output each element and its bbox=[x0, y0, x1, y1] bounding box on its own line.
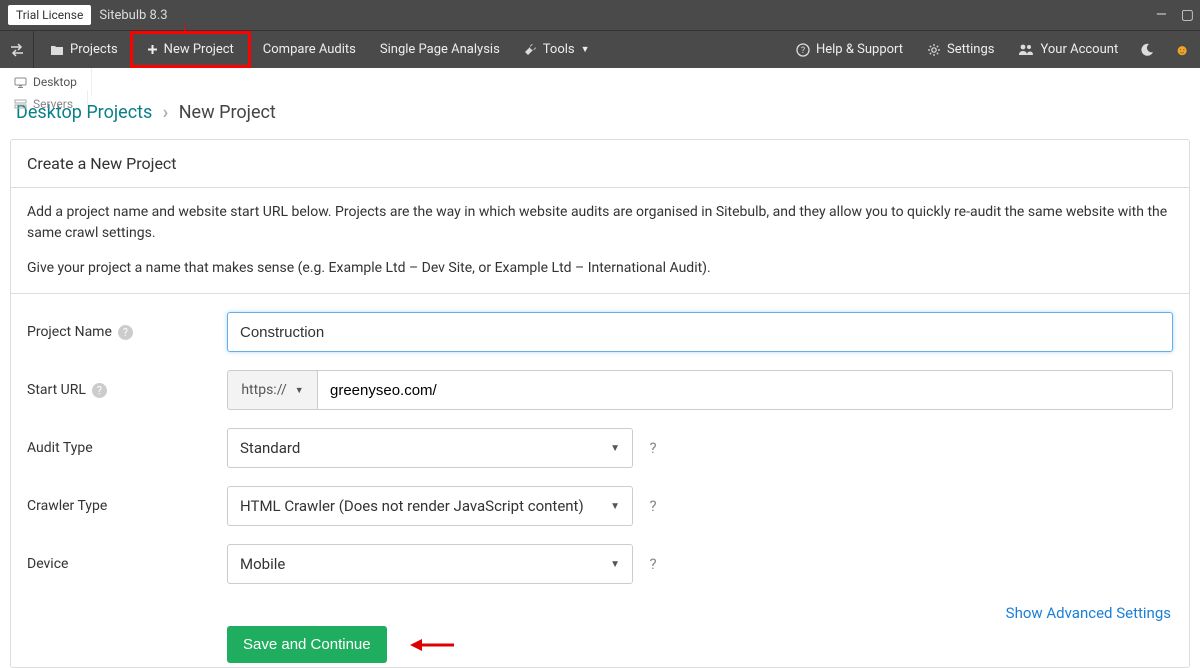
nav-account-label: Your Account bbox=[1040, 42, 1118, 57]
row-start-url: Start URL ? https:// ▼ bbox=[27, 370, 1173, 410]
crawler-type-select[interactable]: HTML Crawler (Does not render JavaScript… bbox=[227, 486, 633, 526]
protocol-select[interactable]: https:// ▼ bbox=[227, 370, 317, 410]
nav-new-project[interactable]: New Project bbox=[130, 31, 251, 68]
card-help-p2: Give your project a name that makes sens… bbox=[27, 258, 1173, 279]
nav-swap-icon[interactable] bbox=[0, 31, 34, 68]
plus-icon bbox=[147, 44, 158, 55]
start-url-input[interactable] bbox=[317, 370, 1173, 410]
nav-tools[interactable]: Tools ▼ bbox=[512, 31, 602, 68]
question-circle-icon: ? bbox=[796, 43, 810, 57]
nav-single-page-label: Single Page Analysis bbox=[380, 42, 500, 57]
label-device: Device bbox=[27, 556, 227, 572]
form-body: Project Name ? Start URL ? https:// ▼ Au… bbox=[11, 294, 1189, 667]
crawler-type-help[interactable]: ? bbox=[641, 486, 665, 526]
nav-compare-label: Compare Audits bbox=[263, 42, 356, 57]
users-icon bbox=[1018, 43, 1034, 56]
folder-icon bbox=[50, 44, 64, 56]
crawler-type-value: HTML Crawler (Does not render JavaScript… bbox=[240, 497, 584, 515]
audit-type-help[interactable]: ? bbox=[641, 428, 665, 468]
app-title: Sitebulb 8.3 bbox=[99, 8, 167, 23]
chevron-down-icon: ▼ bbox=[610, 443, 620, 454]
help-icon[interactable]: ? bbox=[92, 383, 107, 398]
window-maximize-icon[interactable]: ▢ bbox=[1181, 7, 1194, 23]
label-project-name: Project Name ? bbox=[27, 324, 227, 340]
chevron-right-icon: › bbox=[163, 102, 168, 123]
audit-type-select[interactable]: Standard ▼ bbox=[227, 428, 633, 468]
tab-desktop-label: Desktop bbox=[33, 75, 77, 89]
card-help-p1: Add a project name and website start URL… bbox=[27, 202, 1173, 244]
row-device: Device Mobile ▼ ? bbox=[27, 544, 1173, 584]
nav-projects[interactable]: Projects bbox=[34, 31, 130, 68]
chevron-down-icon: ▼ bbox=[610, 501, 620, 512]
row-crawler-type: Crawler Type HTML Crawler (Does not rend… bbox=[27, 486, 1173, 526]
advanced-settings-link[interactable]: Show Advanced Settings bbox=[1006, 604, 1171, 622]
annotation-arrow-top: ↓ bbox=[180, 18, 189, 39]
card-help-text: Add a project name and website start URL… bbox=[11, 188, 1189, 294]
nav-help-label: Help & Support bbox=[816, 42, 903, 57]
breadcrumb: Desktop Projects › New Project bbox=[0, 94, 1200, 131]
license-badge: Trial License bbox=[8, 5, 91, 25]
tab-servers-label: Servers bbox=[33, 97, 73, 111]
save-row: Save and Continue bbox=[27, 626, 1173, 663]
nav-tools-label: Tools bbox=[543, 42, 575, 57]
window-controls: — ▢ bbox=[1156, 0, 1194, 30]
save-continue-button[interactable]: Save and Continue bbox=[227, 626, 387, 663]
servers-icon bbox=[14, 99, 27, 110]
label-crawler-type: Crawler Type bbox=[27, 498, 227, 514]
context-tabs: Desktop Servers bbox=[0, 68, 1200, 96]
device-help[interactable]: ? bbox=[641, 544, 665, 584]
desktop-icon bbox=[14, 77, 27, 88]
breadcrumb-current: New Project bbox=[179, 102, 276, 123]
nav-new-project-label: New Project bbox=[164, 42, 234, 57]
chevron-down-icon: ▼ bbox=[295, 385, 304, 396]
wrench-icon bbox=[524, 43, 537, 56]
row-project-name: Project Name ? bbox=[27, 312, 1173, 352]
nav-projects-label: Projects bbox=[70, 42, 118, 57]
window-minimize-icon[interactable]: — bbox=[1156, 7, 1167, 23]
advanced-row: Show Advanced Settings bbox=[27, 602, 1173, 626]
nav-help[interactable]: ? Help & Support bbox=[784, 31, 915, 68]
chevron-down-icon: ▼ bbox=[610, 559, 620, 570]
row-audit-type: Audit Type Standard ▼ ? bbox=[27, 428, 1173, 468]
protocol-value: https:// bbox=[241, 382, 286, 398]
gear-icon bbox=[927, 43, 941, 57]
svg-text:?: ? bbox=[801, 46, 805, 56]
nav-right: ? Help & Support Settings Your Account ☻ bbox=[784, 31, 1200, 68]
audit-type-value: Standard bbox=[240, 439, 300, 457]
label-start-url: Start URL ? bbox=[27, 382, 227, 398]
project-name-input[interactable] bbox=[227, 312, 1173, 352]
device-value: Mobile bbox=[240, 555, 285, 573]
device-select[interactable]: Mobile ▼ bbox=[227, 544, 633, 584]
annotation-arrow-save bbox=[408, 637, 456, 653]
moon-icon bbox=[1140, 43, 1154, 57]
nav-settings[interactable]: Settings bbox=[915, 31, 1006, 68]
nav-settings-label: Settings bbox=[947, 42, 994, 57]
chevron-down-icon: ▼ bbox=[581, 44, 590, 55]
nav-single-page[interactable]: Single Page Analysis bbox=[368, 31, 512, 68]
window-titlebar: Trial License Sitebulb 8.3 ↓ — ▢ bbox=[0, 0, 1200, 30]
card-title: Create a New Project bbox=[11, 140, 1189, 188]
nav-compare-audits[interactable]: Compare Audits bbox=[251, 31, 368, 68]
tab-servers[interactable]: Servers bbox=[0, 90, 88, 118]
nav-emoji[interactable]: ☻ bbox=[1164, 31, 1200, 68]
nav-theme-toggle[interactable] bbox=[1130, 31, 1164, 68]
smiley-icon: ☻ bbox=[1174, 41, 1190, 59]
label-audit-type: Audit Type bbox=[27, 440, 227, 456]
help-icon[interactable]: ? bbox=[118, 325, 133, 340]
nav-account[interactable]: Your Account bbox=[1006, 31, 1130, 68]
new-project-card: Create a New Project Add a project name … bbox=[10, 139, 1190, 668]
